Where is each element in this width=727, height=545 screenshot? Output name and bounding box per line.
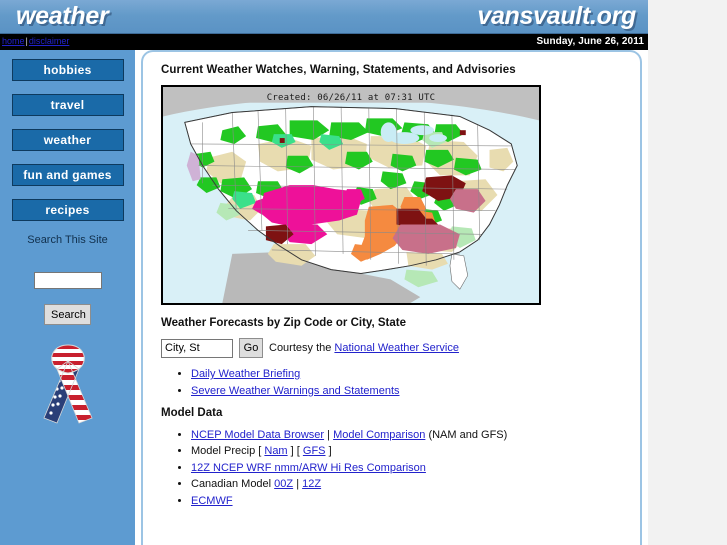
model-data-text: (NAM and GFS) [425, 428, 508, 441]
model-data-link[interactable]: ECMWF [191, 495, 233, 507]
quick-links-list: Daily Weather Briefing Severe Weather Wa… [161, 367, 626, 398]
sidebar-nav-buttons: hobbies travel weather fun and games rec… [0, 50, 135, 221]
national-weather-service-link[interactable]: National Weather Service [334, 342, 459, 354]
courtesy-prefix: Courtesy the [269, 342, 335, 354]
banner-section-title: weather [16, 2, 109, 30]
model-data-link[interactable]: GFS [303, 445, 326, 457]
forecast-section-heading: Weather Forecasts by Zip Code or City, S… [161, 317, 406, 329]
list-item: Canadian Model 00Z | 12Z [191, 477, 626, 491]
current-date-label: Sunday, June 26, 2011 [536, 36, 644, 47]
nav-link-home[interactable]: home [2, 36, 25, 46]
model-data-list: NCEP Model Data Browser | Model Comparis… [161, 428, 626, 508]
courtesy-text: Courtesy the National Weather Service [269, 342, 459, 354]
list-item: Severe Weather Warnings and Statements [191, 384, 626, 398]
link-daily-weather-briefing[interactable]: Daily Weather Briefing [191, 368, 300, 380]
link-severe-weather-warnings[interactable]: Severe Weather Warnings and Statements [191, 385, 400, 397]
sidebar-item-weather[interactable]: weather [11, 129, 124, 151]
nav-link-disclaimer[interactable]: disclaimer [29, 36, 70, 46]
site-shell: weather vansvault.org home|disclaimer Su… [0, 0, 648, 545]
model-data-text: Model Precip [ [191, 445, 265, 457]
model-data-link[interactable]: Nam [264, 445, 287, 457]
model-data-heading: Model Data [161, 406, 223, 419]
zip-or-city-input[interactable] [161, 338, 233, 358]
sidebar: hobbies travel weather fun and games rec… [0, 50, 135, 545]
model-data-link[interactable]: Model Comparison [333, 429, 425, 441]
model-data-text: Canadian Model [191, 478, 275, 490]
sidebar-item-fun-and-games[interactable]: fun and games [11, 164, 124, 186]
site-banner: weather vansvault.org [0, 0, 648, 34]
list-item: NCEP Model Data Browser | Model Comparis… [191, 428, 626, 442]
american-flag-ribbon-icon [35, 339, 101, 425]
nav-links: home|disclaimer [2, 35, 69, 48]
page-title: Current Weather Watches, Warning, Statem… [161, 64, 516, 76]
sidebar-item-hobbies[interactable]: hobbies [11, 59, 124, 81]
list-item: 12Z NCEP WRF nmm/ARW Hi Res Comparison [191, 461, 626, 475]
forecast-form: Go Courtesy the National Weather Service [161, 338, 626, 358]
sidebar-item-recipes[interactable]: recipes [11, 199, 124, 221]
model-data-link[interactable]: 00Z [274, 478, 293, 490]
main-content-panel: Current Weather Watches, Warning, Statem… [141, 50, 642, 545]
top-navigation-bar: home|disclaimer Sunday, June 26, 2011 [0, 34, 648, 50]
list-item: Model Precip [ Nam ] [ GFS ] [191, 444, 626, 458]
model-data-link[interactable]: NCEP Model Data Browser [191, 429, 324, 441]
search-button[interactable]: Search [44, 304, 91, 325]
sidebar-item-travel[interactable]: travel [11, 94, 124, 116]
model-data-link[interactable]: 12Z [302, 478, 321, 490]
list-item: ECMWF [191, 494, 626, 508]
weather-watches-map[interactable]: Created: 06/26/11 at 07:31 UTC [161, 85, 541, 305]
list-item: Daily Weather Briefing [191, 367, 626, 381]
model-data-text: | [324, 428, 334, 441]
model-data-text: ] [325, 445, 332, 457]
search-input[interactable] [33, 272, 102, 289]
banner-site-title: vansvault.org [477, 2, 636, 30]
search-heading: Search This Site [27, 234, 108, 246]
model-data-link[interactable]: 12Z NCEP WRF nmm/ARW Hi Res Comparison [191, 462, 426, 474]
body-columns: hobbies travel weather fun and games rec… [0, 50, 648, 545]
model-data-text: | [293, 478, 303, 490]
model-data-text: ] [ [287, 445, 303, 457]
go-button[interactable]: Go [239, 338, 263, 358]
page-root: weather vansvault.org home|disclaimer Su… [0, 0, 727, 545]
